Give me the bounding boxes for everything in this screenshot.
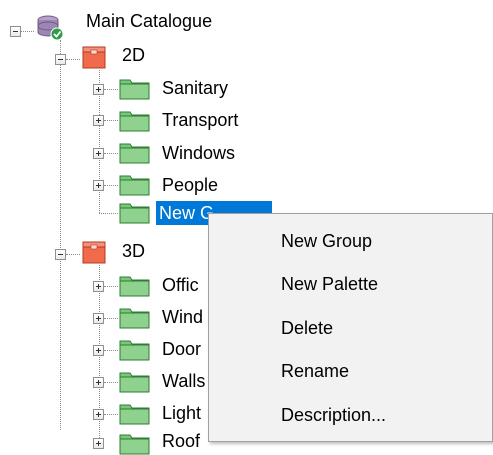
tree-connector: [66, 254, 80, 255]
database-icon: [37, 15, 64, 41]
red-box-icon: [82, 241, 106, 264]
tree-connector: [66, 59, 80, 60]
folder-icon: [119, 340, 150, 361]
collapse-3d-toggle[interactable]: [55, 249, 66, 260]
tree-root-label[interactable]: Main Catalogue: [86, 10, 212, 32]
tree-connector: [21, 31, 34, 32]
tree-item-lights[interactable]: Light: [162, 402, 201, 424]
tree-connector: [104, 89, 118, 90]
folder-icon: [119, 111, 150, 132]
tree-item-3d[interactable]: 3D: [122, 240, 145, 262]
expand-windows-toggle[interactable]: [93, 148, 104, 159]
folder-icon: [119, 276, 150, 297]
expand-walls-toggle[interactable]: [93, 377, 104, 388]
expand-sanitary-toggle[interactable]: [93, 84, 104, 95]
menu-item-rename[interactable]: Rename: [281, 360, 349, 382]
tree-item-windows-3d[interactable]: Wind: [162, 306, 203, 328]
folder-icon: [119, 143, 150, 164]
tree-connector: [104, 350, 118, 351]
menu-item-delete[interactable]: Delete: [281, 317, 333, 339]
tree-connector: [104, 185, 118, 186]
tree-connector: [104, 382, 118, 383]
tree-connector: [104, 318, 118, 319]
tree-item-walls[interactable]: Walls: [162, 370, 205, 392]
folder-icon: [119, 308, 150, 329]
menu-item-description[interactable]: Description...: [281, 404, 386, 426]
expand-transport-toggle[interactable]: [93, 115, 104, 126]
tree-item-doors[interactable]: Door: [162, 338, 201, 360]
tree-connector: [104, 414, 118, 415]
expand-roof-toggle[interactable]: [93, 438, 104, 449]
expand-doors-toggle[interactable]: [93, 345, 104, 356]
tree-connector: [99, 213, 118, 214]
menu-item-new-group[interactable]: New Group: [281, 230, 372, 252]
collapse-root-toggle[interactable]: [10, 26, 21, 37]
folder-icon: [119, 175, 150, 196]
tree-item-office[interactable]: Offic: [162, 274, 199, 296]
tree-connector: [104, 120, 118, 121]
tree-item-sanitary[interactable]: Sanitary: [162, 77, 228, 99]
red-box-icon: [82, 46, 106, 69]
expand-office-toggle[interactable]: [93, 281, 104, 292]
expand-lights-toggle[interactable]: [93, 409, 104, 420]
folder-icon: [119, 79, 150, 100]
tree-connector: [104, 153, 118, 154]
tree-item-windows[interactable]: Windows: [162, 142, 235, 164]
folder-icon: [119, 434, 150, 455]
tree-item-2d[interactable]: 2D: [122, 44, 145, 66]
collapse-2d-toggle[interactable]: [55, 54, 66, 65]
tree-connector: [104, 286, 118, 287]
tree-connector: [60, 40, 61, 430]
tree-item-people[interactable]: People: [162, 174, 218, 196]
menu-item-new-palette[interactable]: New Palette: [281, 273, 378, 295]
folder-icon: [119, 404, 150, 425]
tree-item-transport[interactable]: Transport: [162, 109, 238, 131]
folder-icon: [119, 372, 150, 393]
expand-windows-3d-toggle[interactable]: [93, 313, 104, 324]
tree-item-roof[interactable]: Roof: [162, 430, 200, 452]
folder-icon: [119, 203, 150, 224]
expand-people-toggle[interactable]: [93, 180, 104, 191]
context-menu: New Group New Palette Delete Rename Desc…: [208, 213, 493, 442]
